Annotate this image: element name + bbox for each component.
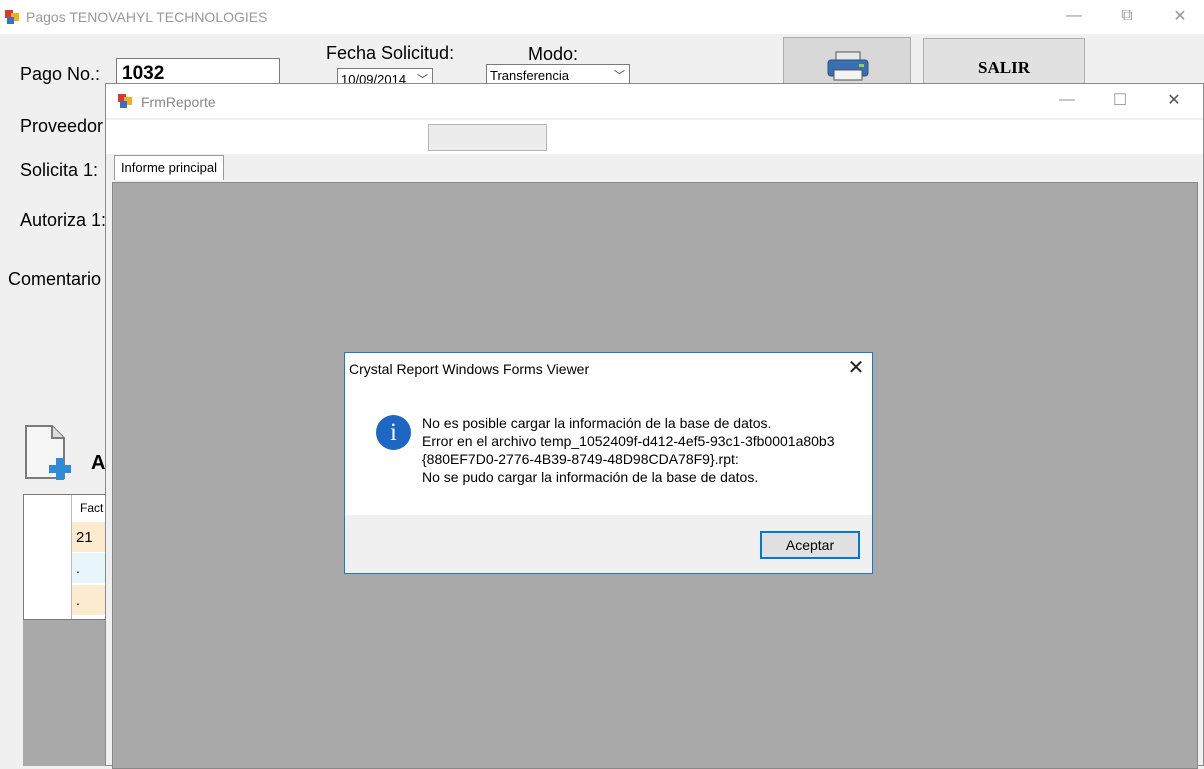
add-document-button[interactable]	[22, 424, 80, 482]
dialog-close-button[interactable]: ✕	[841, 355, 871, 381]
close-button[interactable]: ✕	[1157, 0, 1203, 32]
dialog-message-line: Error en el archivo temp_1052409f-d412-4…	[422, 433, 835, 449]
grid-cell: .	[76, 560, 80, 576]
report-titlebar: FrmReporte — ☐ ✕	[106, 84, 1203, 118]
error-dialog: Crystal Report Windows Forms Viewer ✕ i …	[344, 352, 873, 574]
app-icon	[118, 94, 132, 108]
dialog-title: Crystal Report Windows Forms Viewer	[349, 361, 590, 377]
dialog-message-line: {880EF7D0-2776-4B39-8749-48D98CDA78F9}.r…	[422, 451, 739, 467]
dialog-message-line: No se pudo cargar la información de la b…	[422, 469, 759, 485]
row-header-column	[24, 495, 72, 619]
add-label: A	[91, 452, 106, 474]
report-minimize-button[interactable]: —	[1044, 84, 1090, 116]
chevron-down-icon: ﹀	[614, 70, 625, 82]
comentario-label: Comentario	[8, 269, 102, 289]
minimize-button[interactable]: —	[1051, 0, 1097, 32]
printer-icon	[827, 51, 869, 81]
info-icon: i	[376, 415, 411, 450]
main-window-title: Pagos TENOVAHYL TECHNOLOGIES	[26, 9, 268, 25]
aceptar-button[interactable]: Aceptar	[760, 531, 860, 559]
fecha-label: Fecha Solicitud:	[326, 43, 455, 63]
salir-button[interactable]: SALIR	[923, 38, 1085, 88]
modo-value: Transferencia	[490, 68, 569, 83]
pago-label: Pago No.:	[20, 64, 101, 84]
autoriza-label: Autoriza 1:	[20, 210, 107, 230]
report-toolbar	[106, 120, 1203, 154]
grid-cell: 21	[76, 529, 93, 546]
restore-button[interactable]: ⧉	[1104, 0, 1150, 32]
print-button[interactable]	[783, 37, 911, 87]
proveedor-label: Proveedor	[20, 116, 104, 136]
dialog-message-line: No es posible cargar la información de l…	[422, 415, 772, 431]
grid-empty-area	[23, 620, 113, 766]
facturas-grid[interactable]: Fact 21 . .	[23, 494, 114, 620]
report-close-button[interactable]: ✕	[1151, 84, 1197, 116]
report-maximize-button[interactable]: ☐	[1097, 84, 1143, 116]
grid-cell: .	[76, 592, 80, 608]
tab-informe-principal[interactable]: Informe principal	[114, 155, 224, 180]
main-titlebar: Pagos TENOVAHYL TECHNOLOGIES — ⧉ ✕	[0, 0, 1204, 34]
report-toolbar-textbox[interactable]	[428, 124, 547, 151]
solicita-label: Solicita 1:	[20, 160, 99, 180]
app-icon	[5, 10, 19, 24]
modo-label: Modo:	[528, 44, 579, 64]
pago-number-value: 1032	[122, 63, 165, 84]
grid-column-header: Fact	[80, 501, 104, 515]
report-window-title: FrmReporte	[141, 94, 216, 110]
add-document-icon	[25, 425, 71, 480]
